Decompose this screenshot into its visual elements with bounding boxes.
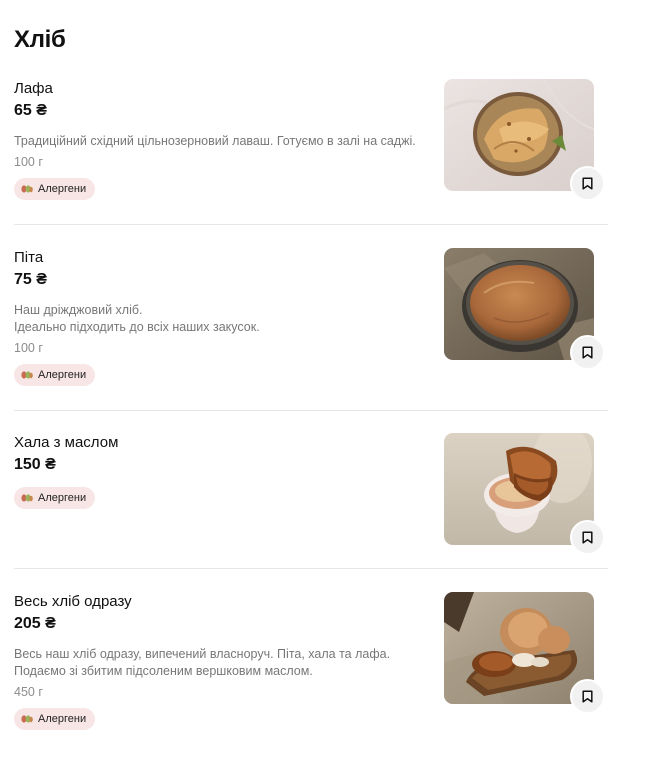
- allergen-badge[interactable]: Алергени: [14, 178, 96, 200]
- allergen-label: Алергени: [38, 713, 87, 725]
- item-description-line: Традиційний східний цільнозерновий лаваш…: [14, 134, 416, 148]
- divider: [14, 224, 608, 225]
- bookmark-button[interactable]: [570, 679, 605, 714]
- allergen-label: Алергени: [38, 183, 87, 195]
- allergen-icon: [21, 185, 33, 193]
- allergen-icon: [21, 494, 33, 502]
- allergen-badge[interactable]: Алергени: [14, 487, 96, 509]
- bookmark-icon: [582, 177, 593, 190]
- item-description: Весь наш хліб одразу, випечений власнору…: [14, 646, 444, 680]
- divider: [14, 568, 608, 569]
- item-description-line: Ідеально підходить до всіх наших закусок…: [14, 320, 260, 334]
- item-description: Наш дріжджовий хліб. Ідеально підходить …: [14, 302, 444, 336]
- bookmark-button[interactable]: [570, 335, 605, 370]
- item-description-line: Весь наш хліб одразу, випечений власнору…: [14, 647, 391, 661]
- bookmark-icon: [582, 690, 593, 703]
- allergen-icon: [21, 715, 33, 723]
- divider: [14, 410, 608, 411]
- allergen-badge[interactable]: Алергени: [14, 708, 96, 730]
- bookmark-icon: [582, 531, 593, 544]
- allergen-label: Алергени: [38, 492, 87, 504]
- allergen-label: Алергени: [38, 369, 87, 381]
- bookmark-button[interactable]: [570, 166, 605, 201]
- item-description-line: Наш дріжджовий хліб.: [14, 303, 143, 317]
- bookmark-button[interactable]: [570, 520, 605, 555]
- item-description: Традиційний східний цільнозерновий лаваш…: [14, 133, 444, 150]
- item-description-line: Подаємо зі збитим підсоленим вершковим м…: [14, 664, 313, 678]
- allergen-badge[interactable]: Алергени: [14, 364, 96, 386]
- page-title: Хліб: [14, 26, 66, 53]
- bookmark-icon: [582, 346, 593, 359]
- allergen-icon: [21, 371, 33, 379]
